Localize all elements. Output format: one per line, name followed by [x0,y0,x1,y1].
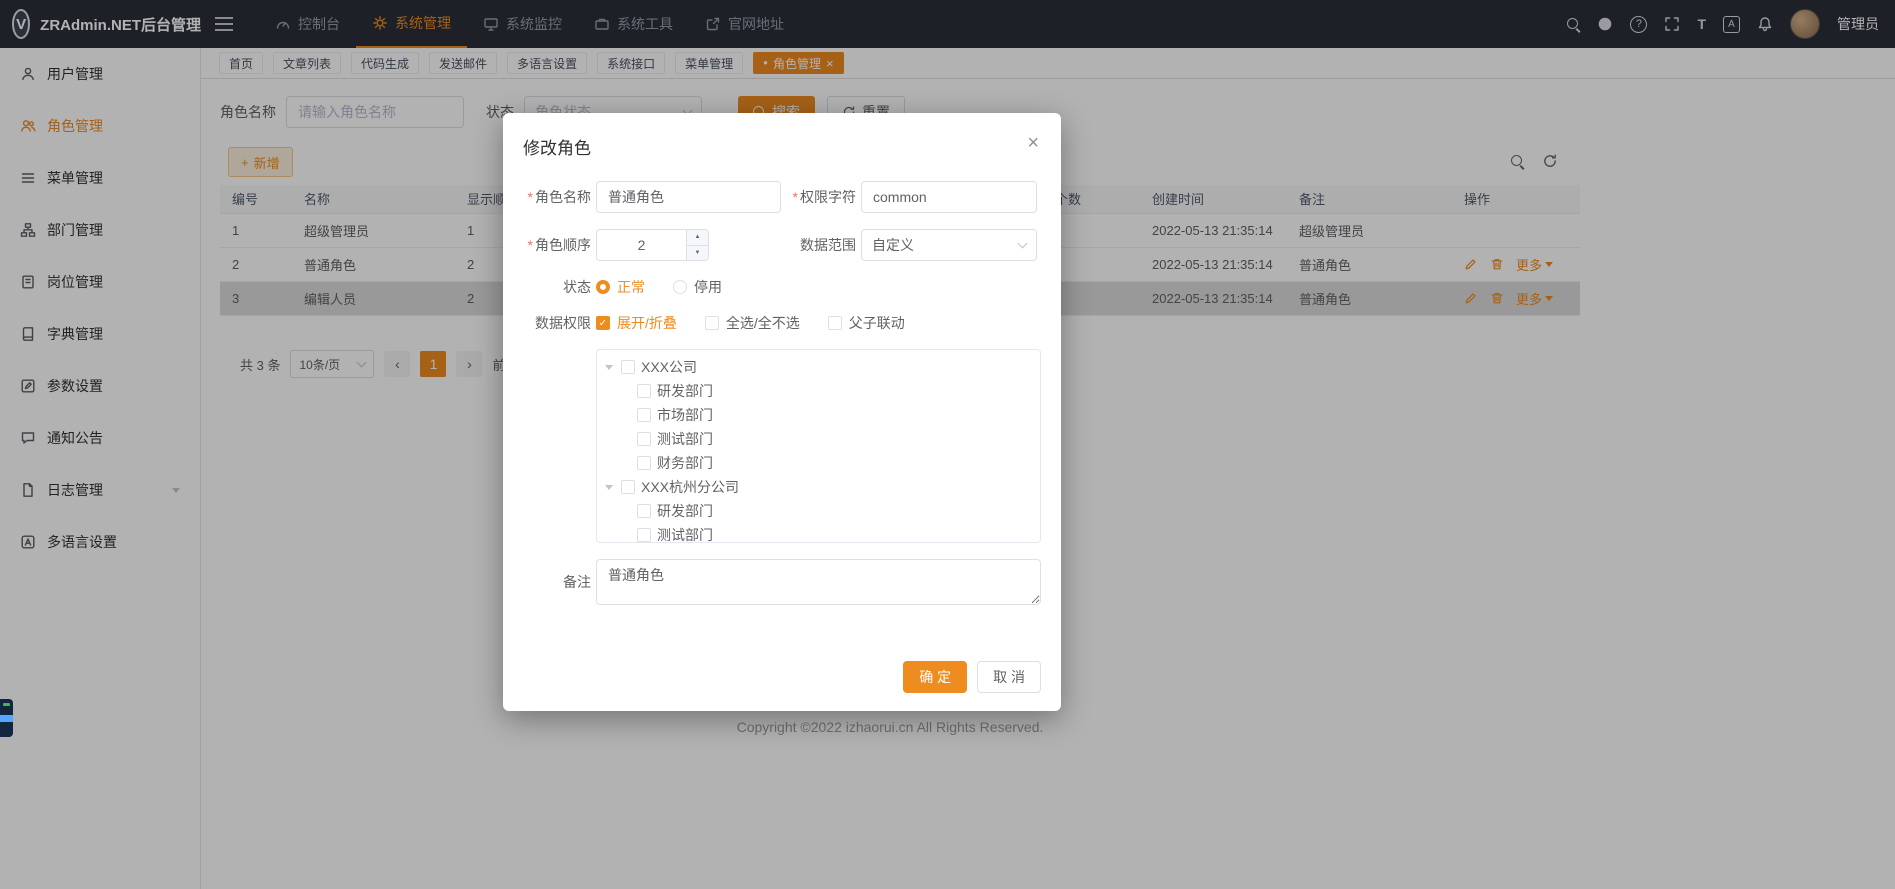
status-radio-group: 正常 停用 [596,277,722,297]
role-name-field[interactable] [596,181,781,213]
role-name-field-label: *角色名称 [523,187,596,207]
role-order-value: 2 [638,237,646,253]
checkbox-icon [828,316,842,330]
tree-node-label: XXX公司 [641,357,697,377]
expand-collapse-checkbox[interactable]: ✓ 展开/折叠 [596,313,677,333]
checkbox-icon[interactable] [621,360,635,374]
edit-role-dialog: 修改角色 × *角色名称 *权限字符 *角色顺序 2 ▲ ▼ 数据范围 自定义 [503,113,1061,711]
remark-field-label: 备注 [523,572,596,592]
remark-textarea[interactable]: 普通角色 [596,559,1041,605]
select-all-checkbox[interactable]: 全选/全不选 [705,313,800,333]
tree-node-dept[interactable]: 财务部门 [597,451,1040,475]
tree-node-label: 研发部门 [657,381,713,401]
dialog-body: *角色名称 *权限字符 *角色顺序 2 ▲ ▼ 数据范围 自定义 状态 [503,173,1061,605]
data-perm-field-label: 数据权限 [523,313,596,333]
data-perm-toggles: ✓ 展开/折叠 全选/全不选 父子联动 [596,313,905,333]
checkbox-icon[interactable] [621,480,635,494]
dialog-footer: 确 定 取 消 [903,661,1041,693]
radio-unselected-icon [673,280,687,294]
radio-normal[interactable]: 正常 [596,277,645,297]
tree-node-dept[interactable]: 研发部门 [597,499,1040,523]
radio-selected-icon [596,280,610,294]
role-order-field-label: *角色顺序 [523,235,596,255]
required-asterisk: * [528,189,533,205]
close-icon[interactable]: × [1027,133,1039,153]
expand-caret-icon[interactable] [605,365,613,370]
radio-disabled[interactable]: 停用 [673,277,722,297]
dialog-title: 修改角色 [523,139,591,158]
dialog-header: 修改角色 × [503,113,1061,173]
decrease-button[interactable]: ▼ [687,246,708,261]
radio-label: 正常 [617,277,645,297]
tree-node-company[interactable]: XXX公司 [597,355,1040,379]
checkbox-icon[interactable] [637,432,651,446]
tree-node-dept[interactable]: 研发部门 [597,379,1040,403]
radio-label: 停用 [694,277,722,297]
tree-node-branch[interactable]: XXX杭州分公司 [597,475,1040,499]
data-scope-value: 自定义 [872,235,914,255]
checkbox-icon[interactable] [637,384,651,398]
role-order-stepper[interactable]: 2 ▲ ▼ [596,229,709,261]
checkbox-label: 展开/折叠 [617,313,677,333]
perm-char-field[interactable] [861,181,1037,213]
checkbox-checked-icon: ✓ [596,316,610,330]
chevron-down-icon [1018,238,1028,248]
increase-button[interactable]: ▲ [687,230,708,246]
tree-node-label: XXX杭州分公司 [641,477,739,497]
checkbox-icon[interactable] [637,504,651,518]
tree-node-label: 市场部门 [657,405,713,425]
data-scope-field-label: 数据范围 [781,235,861,255]
checkbox-label: 全选/全不选 [726,313,800,333]
floating-widget[interactable] [0,699,13,737]
permission-tree: XXX公司 研发部门 市场部门 测试部门 财务部门 [596,349,1041,543]
cancel-button[interactable]: 取 消 [977,661,1041,693]
tree-node-label: 研发部门 [657,501,713,521]
tree-node-label: 测试部门 [657,525,713,543]
status-field-label: 状态 [523,277,596,297]
data-scope-select[interactable]: 自定义 [861,229,1037,261]
required-asterisk: * [793,189,798,205]
checkbox-icon[interactable] [637,408,651,422]
perm-char-field-label: *权限字符 [781,187,861,207]
parent-child-link-checkbox[interactable]: 父子联动 [828,313,905,333]
confirm-button[interactable]: 确 定 [903,661,967,693]
tree-node-dept[interactable]: 测试部门 [597,427,1040,451]
tree-node-dept[interactable]: 测试部门 [597,523,1040,543]
tree-node-label: 测试部门 [657,429,713,449]
required-asterisk: * [528,237,533,253]
tree-node-dept[interactable]: 市场部门 [597,403,1040,427]
checkbox-icon[interactable] [637,528,651,542]
checkbox-icon[interactable] [637,456,651,470]
expand-caret-icon[interactable] [605,485,613,490]
checkbox-label: 父子联动 [849,313,905,333]
tree-node-label: 财务部门 [657,453,713,473]
checkbox-icon [705,316,719,330]
